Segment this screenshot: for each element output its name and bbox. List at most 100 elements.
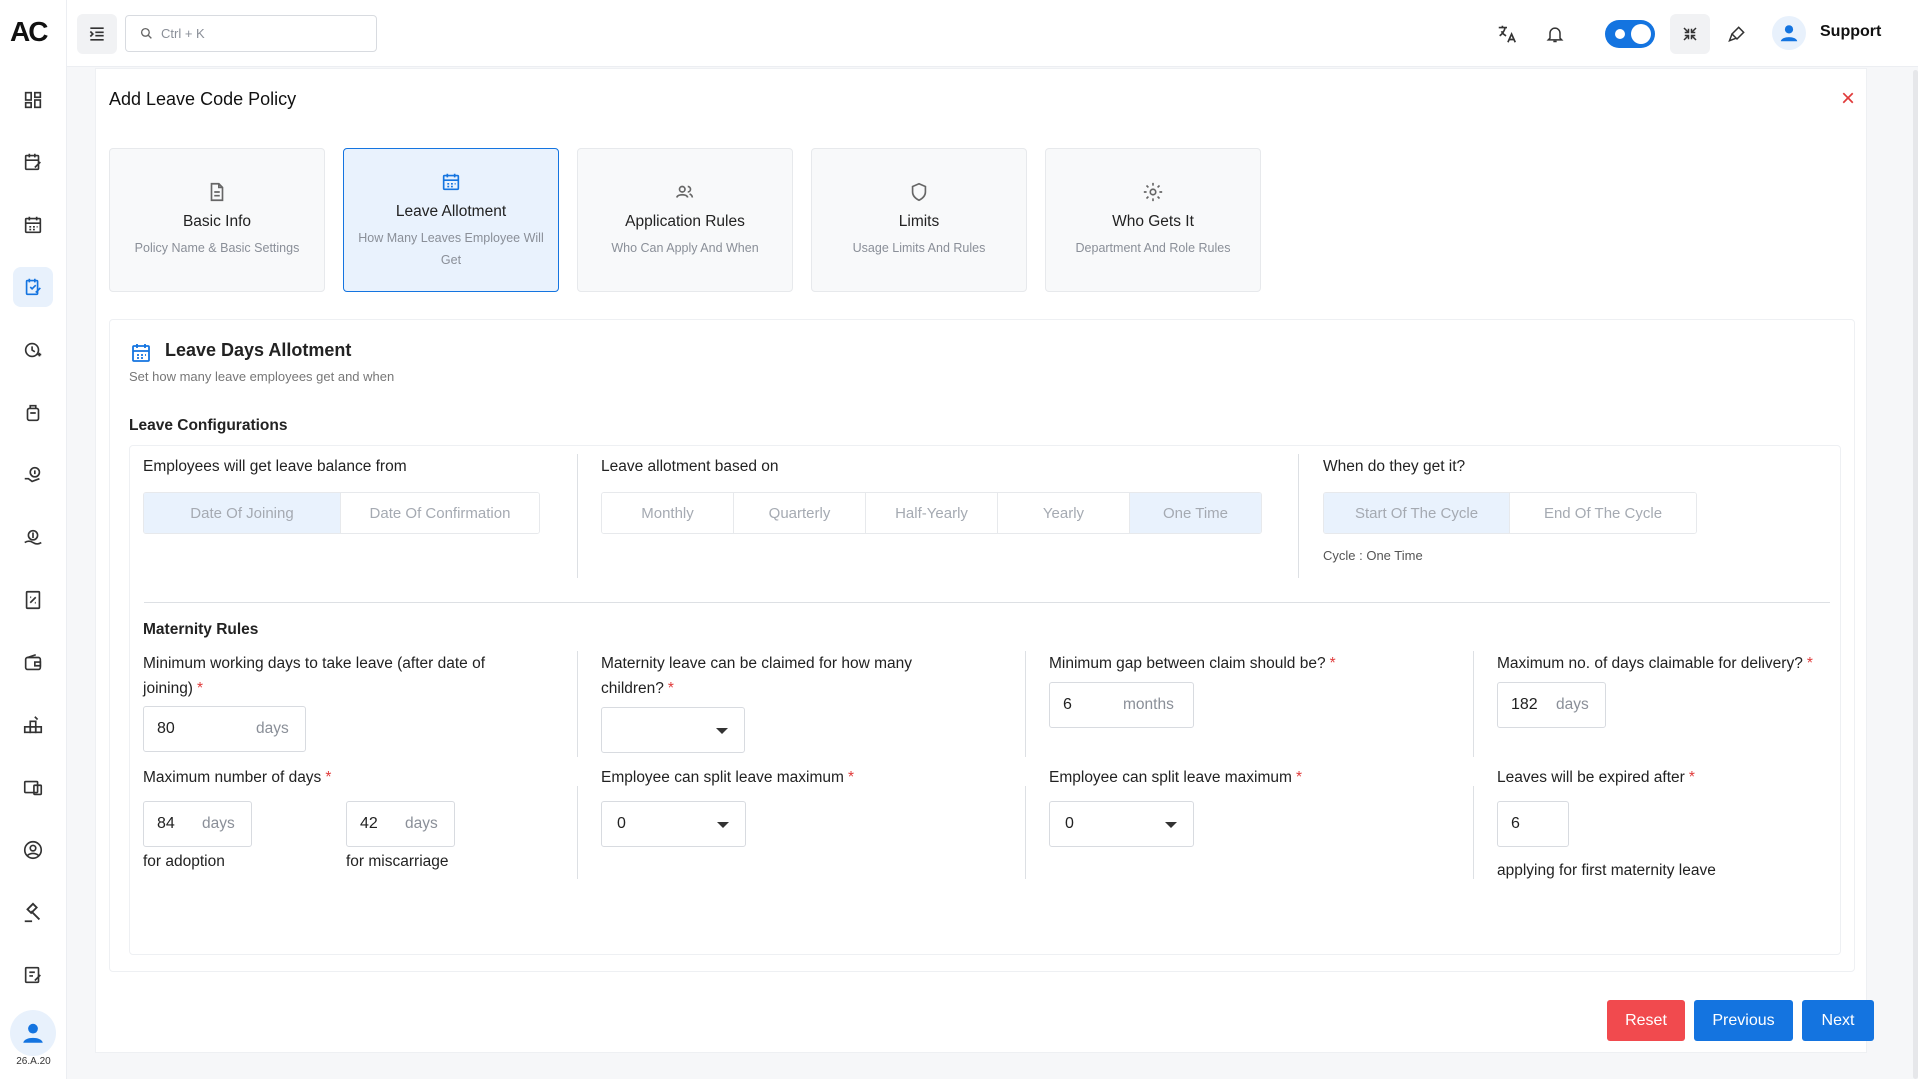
max-days-text: Maximum number of days: [143, 769, 322, 786]
fullscreen-button[interactable]: [1670, 14, 1710, 54]
option-end-of-cycle[interactable]: End Of The Cycle: [1510, 493, 1696, 533]
max-delivery-text: Maximum no. of days claimable for delive…: [1497, 655, 1803, 672]
customize-button[interactable]: [1723, 20, 1751, 48]
theme-toggle[interactable]: [1605, 20, 1655, 48]
user-icon: [23, 1023, 43, 1043]
dashboard-icon: [24, 91, 42, 109]
page-scrollbar[interactable]: [1913, 70, 1918, 1079]
option-start-of-cycle[interactable]: Start Of The Cycle: [1324, 493, 1510, 533]
leave-policy-card: Add Leave Code Policy × Basic Info Polic…: [95, 68, 1867, 1053]
users-icon: [675, 185, 694, 198]
section-divider: [144, 602, 1830, 603]
next-button[interactable]: Next: [1802, 1000, 1874, 1041]
required-mark: *: [667, 680, 674, 697]
step-who-gets-it[interactable]: Who Gets It Department And Role Rules: [1045, 148, 1261, 292]
topbar-avatar[interactable]: [1772, 16, 1806, 50]
app-logo: AC: [10, 16, 48, 47]
column-divider: [1025, 786, 1026, 879]
previous-button[interactable]: Previous: [1694, 1000, 1793, 1041]
step-basic-info[interactable]: Basic Info Policy Name & Basic Settings: [109, 148, 325, 292]
sidebar-item-time[interactable]: [13, 330, 53, 370]
expire-label: Leaves will be expired after *: [1497, 765, 1695, 790]
menu-toggle-button[interactable]: [77, 14, 117, 54]
when-get-label: When do they get it?: [1323, 458, 1466, 475]
step-title: Leave Allotment: [395, 203, 507, 220]
coin-hand-icon: [24, 529, 42, 545]
sidebar-item-travel[interactable]: [13, 393, 53, 433]
step-leave-allotment[interactable]: Leave Allotment How Many Leaves Employee…: [343, 148, 559, 292]
min-gap-input[interactable]: 6 months: [1049, 682, 1194, 728]
input-value: 80: [157, 720, 175, 737]
hand-money-icon: [24, 466, 41, 483]
step-subtitle: Policy Name & Basic Settings: [134, 241, 300, 255]
step-subtitle: Department And Role Rules: [1075, 241, 1231, 255]
min-gap-text: Minimum gap between claim should be?: [1049, 655, 1326, 672]
adoption-days-input[interactable]: 84 days: [143, 801, 252, 847]
balance-from-segmented: Date Of Joining Date Of Confirmation: [143, 492, 540, 534]
user-circle-icon: [23, 840, 43, 860]
sidebar-item-reports[interactable]: [13, 580, 53, 620]
user-avatar[interactable]: [10, 1010, 56, 1056]
sidebar-item-calendar-edit[interactable]: [13, 142, 53, 182]
sidebar-item-calendar[interactable]: [13, 205, 53, 245]
option-date-of-confirmation[interactable]: Date Of Confirmation: [341, 493, 539, 533]
bell-icon: [1546, 27, 1564, 43]
app-version: 26.A.20: [16, 1056, 51, 1067]
step-subtitle: Usage Limits And Rules: [852, 241, 986, 255]
option-quarterly[interactable]: Quarterly: [734, 493, 866, 533]
column-divider: [1298, 454, 1299, 578]
search-icon: [140, 27, 152, 39]
step-title: Basic Info: [182, 213, 252, 230]
step-limits[interactable]: Limits Usage Limits And Rules: [811, 148, 1027, 292]
select-value: 0: [617, 815, 626, 832]
sidebar-item-legal[interactable]: [13, 893, 53, 933]
option-monthly[interactable]: Monthly: [602, 493, 734, 533]
option-half-yearly[interactable]: Half-Yearly: [866, 493, 998, 533]
search-input[interactable]: [161, 26, 361, 41]
children-label: Maternity leave can be claimed for how m…: [601, 651, 961, 701]
sidebar-item-leave[interactable]: [13, 267, 53, 307]
sidebar-item-finance[interactable]: [13, 518, 53, 558]
config-panel: Employees will get leave balance from Da…: [129, 445, 1841, 955]
step-application-rules[interactable]: Application Rules Who Can Apply And When: [577, 148, 793, 292]
search-box[interactable]: [125, 15, 377, 52]
sidebar-item-notes[interactable]: [13, 955, 53, 995]
close-icon[interactable]: ×: [1841, 87, 1861, 111]
section-title: Leave Days Allotment: [165, 340, 352, 360]
sidebar-item-devices[interactable]: [13, 768, 53, 808]
user-name[interactable]: Support: [1820, 23, 1881, 41]
sidebar-item-dashboard[interactable]: [13, 80, 53, 120]
sidebar-item-wallet[interactable]: [13, 643, 53, 683]
option-date-of-joining[interactable]: Date Of Joining: [144, 493, 341, 533]
input-value: 42: [360, 815, 378, 832]
split-1-select[interactable]: 0: [601, 801, 746, 847]
step-subtitle: How Many Leaves Employee Will Get: [358, 231, 544, 267]
split-2-select[interactable]: 0: [1049, 801, 1194, 847]
reset-button[interactable]: Reset: [1607, 1000, 1685, 1041]
miscarriage-days-input[interactable]: 42 days: [346, 801, 455, 847]
children-select[interactable]: [601, 707, 745, 753]
sidebar-item-assets[interactable]: [13, 705, 53, 745]
shield-icon: [911, 182, 927, 202]
step-subtitle: Who Can Apply And When: [611, 241, 759, 255]
option-one-time[interactable]: One Time: [1130, 493, 1261, 533]
sidebar-item-payroll[interactable]: [13, 455, 53, 495]
minimize-icon: [1683, 27, 1697, 41]
max-delivery-input[interactable]: 182 days: [1497, 682, 1606, 728]
translate-button[interactable]: [1493, 20, 1521, 48]
gear-icon: [1143, 182, 1163, 202]
input-unit: months: [1123, 696, 1174, 713]
notes-edit-icon: [24, 966, 41, 984]
min-working-days-input[interactable]: 80 days: [143, 706, 306, 752]
expire-text: Leaves will be expired after: [1497, 769, 1685, 786]
step-title: Limits: [898, 213, 940, 230]
notifications-button[interactable]: [1541, 20, 1569, 48]
column-divider: [577, 651, 578, 757]
split-1-label: Employee can split leave maximum *: [601, 765, 854, 790]
min-working-days-text: Minimum working days to take leave (afte…: [143, 655, 486, 697]
required-mark: *: [1806, 655, 1813, 672]
option-yearly[interactable]: Yearly: [998, 493, 1130, 533]
sidebar-item-profile[interactable]: [13, 830, 53, 870]
clock-icon: [24, 342, 42, 358]
expire-input[interactable]: 6: [1497, 801, 1569, 847]
